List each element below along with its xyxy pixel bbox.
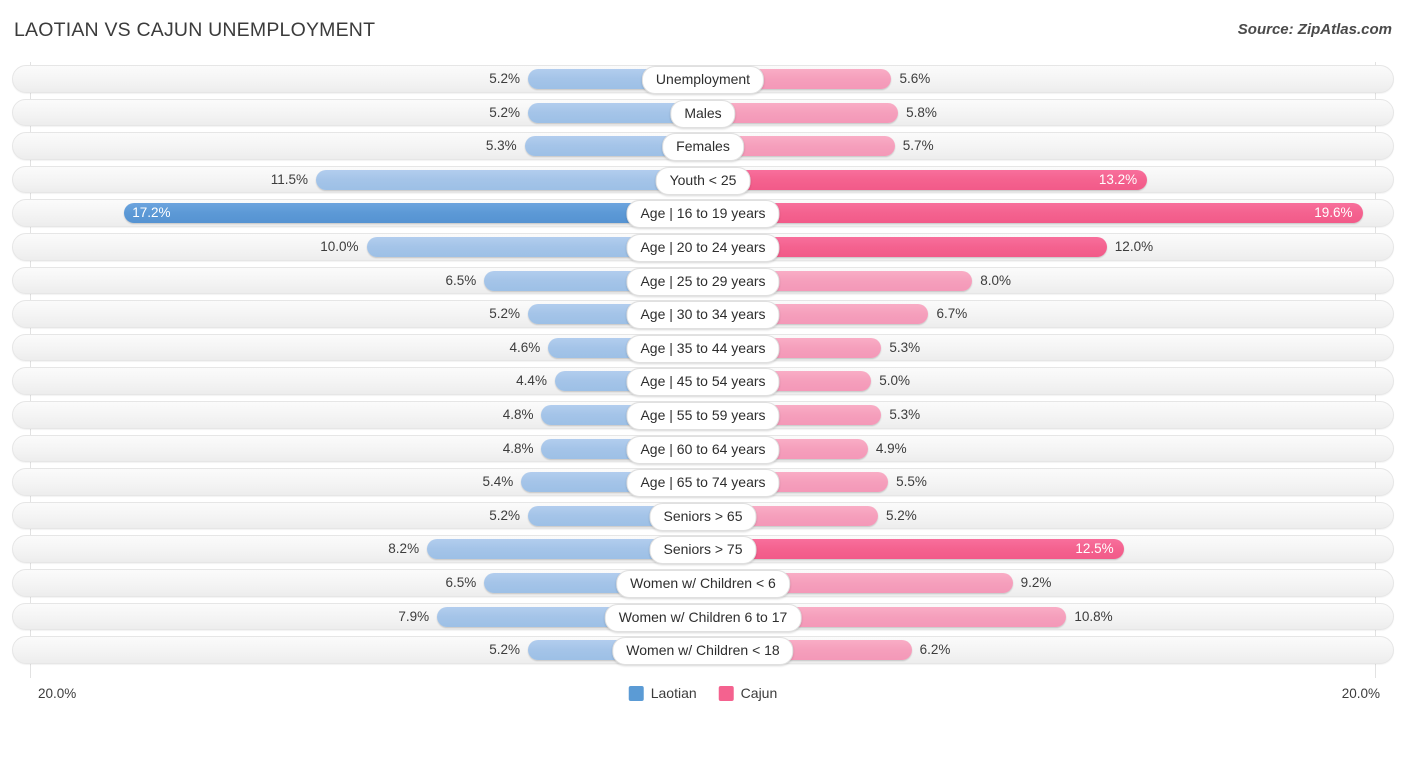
value-label-laotian: 4.4% [516, 373, 547, 389]
row-category-label: Age | 25 to 29 years [626, 267, 780, 296]
legend-item[interactable]: Laotian [628, 685, 697, 701]
chart-row: 5.2% 5.8% Males [0, 96, 1406, 130]
value-label-laotian: 5.2% [489, 642, 521, 658]
row-category-label: Women w/ Children < 18 [612, 637, 794, 666]
chart-row: 5.3% 5.7% Females [0, 129, 1406, 163]
value-label-cajun: 5.8% [906, 104, 937, 120]
chart-row: 4.8% 4.9% Age | 60 to 64 years [0, 432, 1406, 466]
chart-row: 5.2% 5.2% Seniors > 65 [0, 499, 1406, 533]
row-category-label: Age | 60 to 64 years [626, 435, 780, 464]
value-label-laotian: 4.6% [509, 339, 541, 355]
bar-cajun[interactable] [703, 539, 1124, 560]
value-label-cajun: 5.2% [885, 507, 917, 523]
row-category-label: Age | 16 to 19 years [626, 200, 780, 229]
legend-swatch-laotian [628, 685, 644, 701]
chart-row: 4.8% 5.3% Age | 55 to 59 years [0, 398, 1406, 432]
value-label-cajun: 5.6% [899, 71, 931, 86]
value-label-laotian: 11.5% [270, 171, 309, 187]
chart-row: 11.5% 13.2% Youth < 25 [0, 163, 1406, 197]
chart-row: 7.9% 10.8% Women w/ Children 6 to 17 [0, 600, 1406, 634]
chart-row: 6.5% 9.2% Women w/ Children < 6 [0, 566, 1406, 600]
value-label-cajun: 9.2% [1020, 574, 1052, 590]
chart-rows: 5.2% 5.6% Unemployment 5.2% 5.8% Males 5.3% 5.7… [0, 62, 1406, 678]
value-label-laotian: 10.0% [320, 238, 359, 254]
value-label-cajun: 5.3% [889, 406, 921, 422]
chart-header: LAOTIAN VS CAJUN UNEMPLOYMENT Source: Zi… [0, 0, 1406, 62]
value-label-laotian: 8.2% [388, 541, 420, 557]
bar-laotian[interactable] [124, 203, 703, 224]
chart-row: 5.2% 6.2% Women w/ Children < 18 [0, 633, 1406, 667]
value-label-cajun: 5.0% [879, 373, 911, 389]
value-label-laotian: 5.2% [489, 71, 521, 86]
row-category-label: Females [662, 133, 744, 162]
row-category-label: Age | 65 to 74 years [626, 469, 780, 498]
row-category-label: Unemployment [641, 66, 765, 94]
legend-item[interactable]: Cajun [718, 685, 778, 701]
value-label-cajun: 12.5% [1075, 541, 1114, 557]
value-label-cajun: 5.5% [896, 474, 927, 490]
value-label-cajun: 6.7% [936, 306, 968, 322]
chart-row: 5.2% 6.7% Age | 30 to 34 years [0, 297, 1406, 331]
row-category-label: Youth < 25 [655, 166, 751, 195]
value-label-laotian: 4.8% [502, 406, 534, 422]
legend-label: Laotian [650, 685, 697, 701]
value-label-laotian: 4.8% [502, 440, 534, 456]
value-label-laotian: 6.5% [445, 574, 477, 590]
value-label-laotian: 5.2% [489, 306, 521, 322]
value-label-laotian: 5.2% [489, 104, 521, 120]
row-category-label: Age | 45 to 54 years [626, 368, 780, 397]
legend-label: Cajun [740, 685, 778, 701]
value-label-cajun: 13.2% [1098, 171, 1138, 187]
row-category-label: Seniors > 65 [649, 502, 757, 531]
row-category-label: Age | 30 to 34 years [626, 301, 780, 330]
chart-row: 10.0% 12.0% Age | 20 to 24 years [0, 230, 1406, 264]
legend-swatch-cajun [718, 685, 734, 701]
row-category-label: Age | 20 to 24 years [626, 233, 780, 262]
chart-footer: 20.0% 20.0% Laotian Cajun [0, 678, 1406, 717]
value-label-cajun: 4.9% [875, 440, 907, 456]
value-label-laotian: 5.3% [485, 138, 517, 154]
row-category-label: Age | 35 to 44 years [626, 334, 780, 363]
value-label-cajun: 10.8% [1074, 608, 1113, 624]
chart-row: 4.4% 5.0% Age | 45 to 54 years [0, 364, 1406, 398]
value-label-cajun: 5.3% [889, 339, 921, 355]
value-label-cajun: 5.7% [902, 138, 934, 154]
page-title: LAOTIAN VS CAJUN UNEMPLOYMENT [14, 19, 376, 41]
value-label-laotian: 6.5% [445, 272, 477, 288]
axis-max-right: 20.0% [1341, 686, 1380, 701]
value-label-cajun: 12.0% [1114, 238, 1154, 254]
source-attribution: Source: ZipAtlas.com [1237, 21, 1392, 38]
bar-cajun[interactable] [703, 169, 1148, 190]
value-label-laotian: 5.2% [489, 507, 521, 523]
chart-row: 5.2% 5.6% Unemployment [0, 62, 1406, 96]
axis-max-left: 20.0% [38, 686, 77, 701]
row-category-label: Women w/ Children < 6 [616, 569, 790, 598]
bar-laotian[interactable] [316, 169, 703, 190]
bar-cajun[interactable] [703, 203, 1363, 224]
row-category-label: Age | 55 to 59 years [626, 401, 780, 430]
chart-plot-area: 5.2% 5.6% Unemployment 5.2% 5.8% Males 5.3% 5.7… [0, 62, 1406, 717]
value-label-laotian: 5.4% [482, 474, 514, 490]
row-category-label: Seniors > 75 [649, 536, 757, 565]
chart-row: 17.2% 19.6% Age | 16 to 19 years [0, 196, 1406, 230]
chart-row: 5.4% 5.5% Age | 65 to 74 years [0, 465, 1406, 499]
row-category-label: Males [670, 99, 736, 128]
value-label-cajun: 8.0% [980, 272, 1011, 288]
chart-row: 4.6% 5.3% Age | 35 to 44 years [0, 331, 1406, 365]
value-label-cajun: 6.2% [919, 642, 951, 658]
chart-row: 6.5% 8.0% Age | 25 to 29 years [0, 264, 1406, 298]
chart-legend: Laotian Cajun [628, 685, 778, 701]
value-label-laotian: 17.2% [132, 205, 171, 221]
chart-row: 8.2% 12.5% Seniors > 75 [0, 532, 1406, 566]
value-label-laotian: 7.9% [398, 608, 430, 624]
value-label-cajun: 19.6% [1314, 205, 1353, 221]
row-category-label: Women w/ Children 6 to 17 [604, 603, 802, 632]
